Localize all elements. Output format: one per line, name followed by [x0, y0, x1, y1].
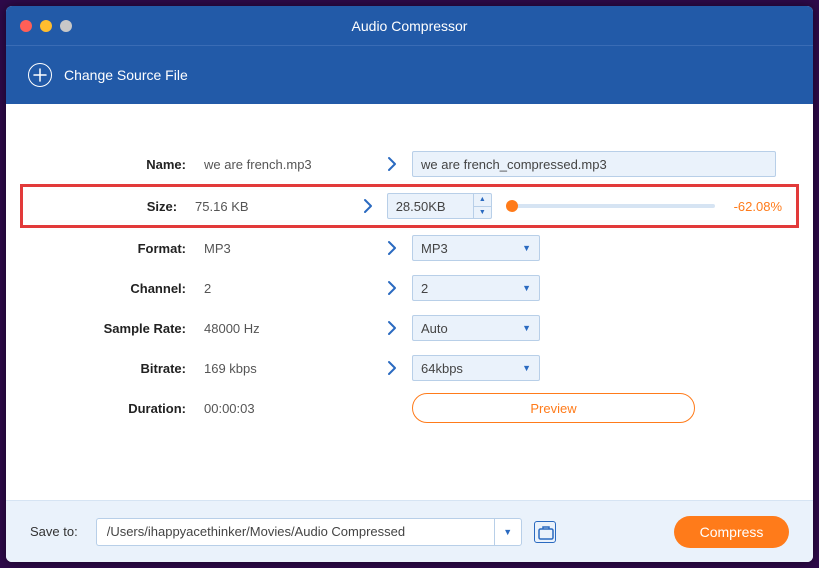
- label-name: Name:: [34, 157, 204, 172]
- row-name: Name: we are french.mp3: [30, 144, 789, 184]
- slider-thumb[interactable]: [506, 200, 518, 212]
- channel-dropdown[interactable]: 2 ▼: [412, 275, 540, 301]
- main-form: Name: we are french.mp3 Size: 75.16 KB 2…: [6, 104, 813, 500]
- chevron-down-icon: ▼: [522, 283, 531, 293]
- size-slider[interactable]: [512, 204, 715, 208]
- toolbar: Change Source File: [6, 46, 813, 104]
- sample-rate-value: Auto: [421, 321, 448, 336]
- titlebar: Audio Compressor: [6, 6, 813, 46]
- close-icon[interactable]: [20, 20, 32, 32]
- size-reduction-pct: -62.08%: [729, 199, 782, 214]
- arrow-icon: [372, 360, 412, 376]
- row-format: Format: MP3 MP3 ▼: [30, 228, 789, 268]
- source-duration: 00:00:03: [204, 401, 372, 416]
- label-duration: Duration:: [34, 401, 204, 416]
- arrow-icon: [372, 280, 412, 296]
- label-format: Format:: [34, 241, 204, 256]
- step-down-icon[interactable]: ▼: [474, 207, 491, 219]
- save-path-input[interactable]: [96, 518, 494, 546]
- bitrate-value: 64kbps: [421, 361, 463, 376]
- label-channel: Channel:: [34, 281, 204, 296]
- window-title: Audio Compressor: [6, 18, 813, 34]
- row-bitrate: Bitrate: 169 kbps 64kbps ▼: [30, 348, 789, 388]
- preview-button[interactable]: Preview: [412, 393, 695, 423]
- window-controls: [20, 20, 72, 32]
- bitrate-dropdown[interactable]: 64kbps ▼: [412, 355, 540, 381]
- format-dropdown[interactable]: MP3 ▼: [412, 235, 540, 261]
- output-name-input[interactable]: [412, 151, 776, 177]
- save-to-label: Save to:: [30, 524, 78, 539]
- label-bitrate: Bitrate:: [34, 361, 204, 376]
- source-name: we are french.mp3: [204, 157, 372, 172]
- app-window: Audio Compressor Change Source File Name…: [6, 6, 813, 562]
- label-size: Size:: [37, 199, 195, 214]
- slider-track[interactable]: [512, 204, 715, 208]
- chevron-down-icon: ▼: [503, 527, 512, 537]
- arrow-icon: [350, 198, 387, 214]
- source-format: MP3: [204, 241, 372, 256]
- row-sample-rate: Sample Rate: 48000 Hz Auto ▼: [30, 308, 789, 348]
- plus-icon[interactable]: [28, 63, 52, 87]
- change-source-button[interactable]: Change Source File: [64, 67, 188, 83]
- source-size: 75.16 KB: [195, 199, 350, 214]
- stepper-buttons[interactable]: ▲ ▼: [473, 194, 491, 218]
- output-size-stepper[interactable]: 28.50KB ▲ ▼: [387, 193, 492, 219]
- minimize-icon[interactable]: [40, 20, 52, 32]
- channel-value: 2: [421, 281, 428, 296]
- source-sample-rate: 48000 Hz: [204, 321, 372, 336]
- arrow-icon: [372, 156, 412, 172]
- sample-rate-dropdown[interactable]: Auto ▼: [412, 315, 540, 341]
- save-path-dropdown[interactable]: ▼: [494, 518, 522, 546]
- chevron-down-icon: ▼: [522, 363, 531, 373]
- source-channel: 2: [204, 281, 372, 296]
- save-path-group: ▼: [96, 518, 522, 546]
- footer: Save to: ▼ Compress: [6, 500, 813, 562]
- chevron-down-icon: ▼: [522, 323, 531, 333]
- open-folder-button[interactable]: [534, 521, 556, 543]
- compress-button[interactable]: Compress: [674, 516, 789, 548]
- row-size: Size: 75.16 KB 28.50KB ▲ ▼ -62.08%: [20, 184, 799, 228]
- arrow-icon: [372, 320, 412, 336]
- output-size-value: 28.50KB: [388, 199, 473, 214]
- source-bitrate: 169 kbps: [204, 361, 372, 376]
- label-sample-rate: Sample Rate:: [34, 321, 204, 336]
- step-up-icon[interactable]: ▲: [474, 194, 491, 207]
- arrow-icon: [372, 240, 412, 256]
- maximize-icon[interactable]: [60, 20, 72, 32]
- format-value: MP3: [421, 241, 448, 256]
- chevron-down-icon: ▼: [522, 243, 531, 253]
- row-duration: Duration: 00:00:03 Preview: [30, 388, 789, 428]
- row-channel: Channel: 2 2 ▼: [30, 268, 789, 308]
